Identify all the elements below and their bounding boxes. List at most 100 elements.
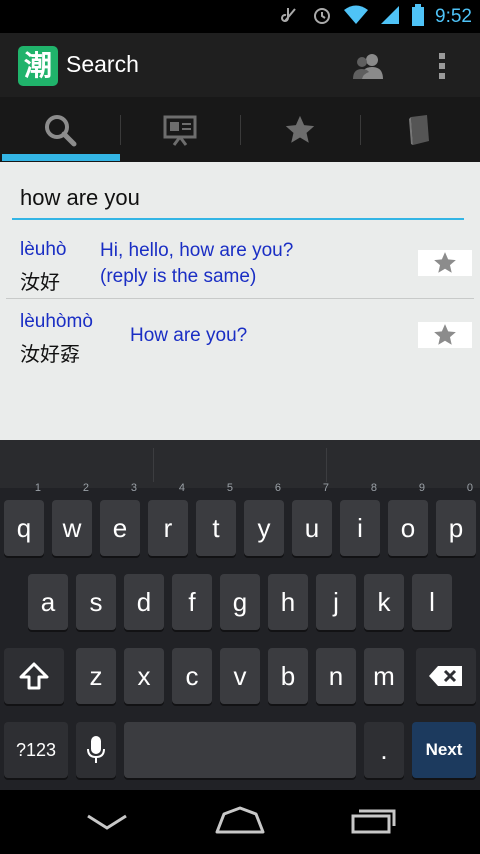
key-u[interactable]: 7u xyxy=(292,482,332,556)
app-logo[interactable]: 潮 xyxy=(18,46,58,86)
tab-bar xyxy=(0,97,480,162)
star-icon xyxy=(434,252,456,273)
status-bar: 9:52 xyxy=(0,0,480,33)
recent-apps-button[interactable] xyxy=(350,804,398,840)
key-z[interactable]: z xyxy=(76,648,116,704)
key-t[interactable]: 5t xyxy=(196,482,236,556)
page-title: Search xyxy=(66,51,139,77)
key-hint: 5 xyxy=(226,482,233,494)
key-label: i xyxy=(357,513,363,543)
key-hint: 7 xyxy=(322,482,329,494)
key-label: y xyxy=(257,513,271,543)
result-meaning-line[interactable]: (reply is the same) xyxy=(100,264,256,289)
search-results-panel: lèuhò 汝好 Hi, hello, how are you? (reply … xyxy=(0,162,480,440)
key-e[interactable]: 3e xyxy=(100,482,140,556)
key-label: e xyxy=(112,513,128,543)
key-label: u xyxy=(304,513,320,543)
key-i[interactable]: 8i xyxy=(340,482,380,556)
wifi-icon xyxy=(343,4,369,30)
key-label: o xyxy=(400,513,416,543)
key-hint: 6 xyxy=(274,482,281,494)
key-b[interactable]: b xyxy=(268,648,308,704)
key-hint: 0 xyxy=(466,482,473,494)
star-icon xyxy=(434,324,456,345)
result-hanzi[interactable]: 汝好孬 xyxy=(20,338,80,367)
selected-tab-indicator xyxy=(2,154,120,161)
people-button[interactable] xyxy=(350,49,386,83)
more-vertical-icon xyxy=(439,53,445,79)
key-hint: 9 xyxy=(418,482,425,494)
key-y[interactable]: 6y xyxy=(244,482,284,556)
key-w[interactable]: 2w xyxy=(52,482,92,556)
tab-dictionary[interactable] xyxy=(360,97,480,162)
space-key[interactable] xyxy=(124,722,356,778)
status-time: 9:52 xyxy=(435,5,472,27)
soft-keyboard: 1q 2w 3e 4r 5t 6y 7u 8i 9o 0p a s d f g … xyxy=(0,482,480,790)
period-key[interactable]: . xyxy=(364,722,404,778)
key-g[interactable]: g xyxy=(220,574,260,630)
suggestion-divider xyxy=(326,448,327,482)
overflow-menu-button[interactable] xyxy=(430,49,454,83)
people-icon xyxy=(353,54,383,79)
symbols-key[interactable]: ?123 xyxy=(4,722,68,778)
recent-apps-icon xyxy=(351,809,396,834)
key-hint: 2 xyxy=(82,482,89,494)
key-c[interactable]: c xyxy=(172,648,212,704)
key-hint: 8 xyxy=(370,482,377,494)
key-a[interactable]: a xyxy=(28,574,68,630)
result-pinyin[interactable]: lèuhòmò xyxy=(20,311,93,333)
favorite-button[interactable] xyxy=(418,250,472,276)
battery-icon xyxy=(411,3,425,30)
tab-flashcards[interactable] xyxy=(120,97,240,162)
shift-icon xyxy=(19,662,49,690)
search-input[interactable] xyxy=(12,178,464,220)
home-icon xyxy=(215,806,265,834)
key-l[interactable]: l xyxy=(412,574,452,630)
suggestion-divider xyxy=(153,448,154,482)
favorite-button[interactable] xyxy=(418,322,472,348)
tab-search[interactable] xyxy=(0,97,120,162)
next-key[interactable]: Next xyxy=(412,722,476,778)
back-button[interactable] xyxy=(84,808,130,840)
key-label: r xyxy=(163,513,173,543)
key-f[interactable]: f xyxy=(172,574,212,630)
action-bar: 潮 Search xyxy=(0,33,480,97)
key-r[interactable]: 4r xyxy=(148,482,188,556)
microphone-icon xyxy=(87,736,105,763)
backspace-icon xyxy=(429,666,462,686)
key-q[interactable]: 1q xyxy=(4,482,44,556)
key-h[interactable]: h xyxy=(268,574,308,630)
result-pinyin[interactable]: lèuhò xyxy=(20,239,67,261)
key-s[interactable]: s xyxy=(76,574,116,630)
key-o[interactable]: 9o xyxy=(388,482,428,556)
alarm-icon xyxy=(311,4,333,30)
home-button[interactable] xyxy=(214,806,266,840)
key-m[interactable]: m xyxy=(364,648,404,704)
key-label: w xyxy=(62,513,82,543)
suggestion-strip[interactable] xyxy=(0,440,480,488)
key-label: p xyxy=(448,513,464,543)
search-icon xyxy=(45,114,77,146)
backspace-key[interactable] xyxy=(416,648,476,704)
voice-input-key[interactable] xyxy=(76,722,116,778)
key-v[interactable]: v xyxy=(220,648,260,704)
status-icons: 9:52 xyxy=(279,0,472,33)
mute-icon xyxy=(279,4,301,30)
star-icon xyxy=(285,115,315,143)
key-j[interactable]: j xyxy=(316,574,356,630)
result-hanzi[interactable]: 汝好 xyxy=(20,266,60,295)
result-meaning-line[interactable]: Hi, hello, how are you? xyxy=(100,238,293,263)
key-p[interactable]: 0p xyxy=(436,482,476,556)
book-icon xyxy=(409,114,429,145)
key-hint: 1 xyxy=(34,482,41,494)
tab-favorites[interactable] xyxy=(240,97,360,162)
shift-key[interactable] xyxy=(4,648,64,704)
key-x[interactable]: x xyxy=(124,648,164,704)
key-n[interactable]: n xyxy=(316,648,356,704)
key-k[interactable]: k xyxy=(364,574,404,630)
key-hint: 3 xyxy=(130,482,137,494)
key-d[interactable]: d xyxy=(124,574,164,630)
signal-icon xyxy=(379,4,401,30)
result-meaning-line[interactable]: How are you? xyxy=(130,323,247,348)
key-label: t xyxy=(212,513,220,543)
